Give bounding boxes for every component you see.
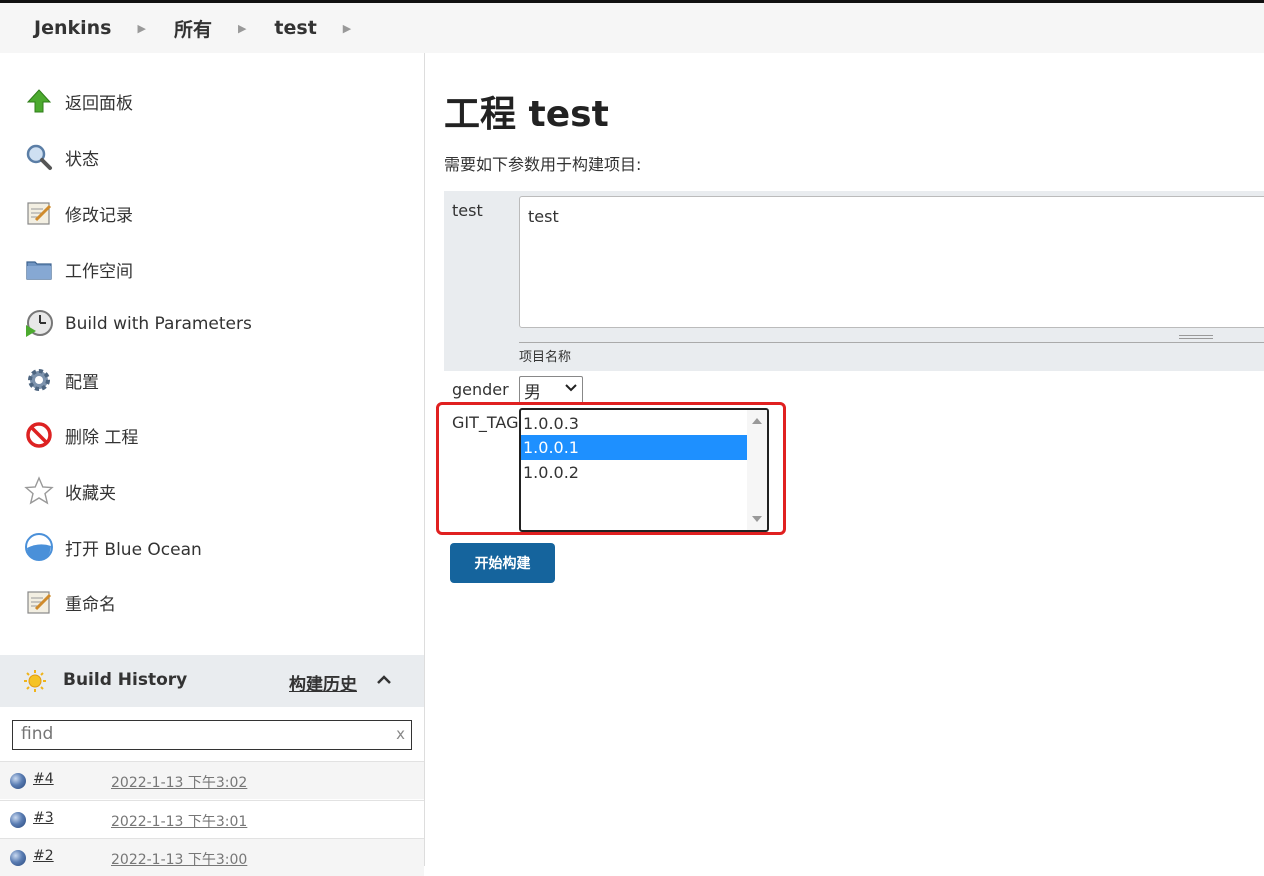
build-search-input[interactable] <box>21 721 381 747</box>
main-panel: 工程 test 需要如下参数用于构建项目: test test 项目名称 gen… <box>426 53 1264 866</box>
build-number-link[interactable]: #2 <box>33 848 54 864</box>
start-build-button[interactable]: 开始构建 <box>450 543 555 583</box>
build-row: #2 2022-1-13 下午3:00 <box>0 838 424 876</box>
no-entry-icon <box>24 420 54 450</box>
breadcrumb-jenkins[interactable]: Jenkins <box>34 17 111 39</box>
gender-select[interactable]: 男 <box>519 376 583 404</box>
git-tag-option[interactable]: 1.0.0.2 <box>521 460 747 485</box>
build-status-ball-icon <box>10 773 26 789</box>
param-test-textarea[interactable]: test <box>519 196 1264 328</box>
task-label: 修改记录 <box>65 205 133 226</box>
task-label: 返回面板 <box>65 93 133 114</box>
chevron-right-icon[interactable]: ▶ <box>343 22 351 35</box>
build-history-title: Build History <box>63 670 188 690</box>
build-history-trend-link[interactable]: 构建历史 <box>289 670 357 695</box>
breadcrumb-all[interactable]: 所有 <box>174 15 212 42</box>
task-label: 状态 <box>65 149 99 170</box>
param-gender-label: gender <box>452 380 509 399</box>
textarea-resize-handle[interactable] <box>519 333 1264 343</box>
params-description: 需要如下参数用于构建项目: <box>444 155 642 174</box>
git-tag-listbox[interactable]: 1.0.0.3 1.0.0.1 1.0.0.2 <box>519 408 769 532</box>
build-date-link[interactable]: 2022-1-13 下午3:01 <box>111 811 247 831</box>
magnifier-icon <box>24 142 54 172</box>
task-rename[interactable]: 重命名 <box>24 586 116 618</box>
folder-icon <box>24 254 54 284</box>
git-tag-option[interactable]: 1.0.0.3 <box>521 411 747 436</box>
param-git-tag-label: GIT_TAG <box>452 413 519 432</box>
gear-icon <box>24 365 54 395</box>
breadcrumb-project[interactable]: test <box>274 17 316 39</box>
clock-build-icon <box>24 309 54 339</box>
star-icon <box>24 476 54 506</box>
notepad-icon <box>24 198 54 228</box>
chevron-right-icon[interactable]: ▶ <box>137 22 145 35</box>
task-label: 打开 Blue Ocean <box>65 539 202 560</box>
gender-select-value: 男 <box>524 382 541 403</box>
resize-grip-icon[interactable] <box>1179 335 1213 339</box>
page-title: 工程 test <box>444 94 609 135</box>
task-configure[interactable]: 配置 <box>24 364 99 396</box>
chevron-up-icon[interactable] <box>375 671 393 689</box>
chevron-down-icon <box>564 380 578 400</box>
task-delete-project[interactable]: 删除 工程 <box>24 419 138 451</box>
task-back-to-dashboard[interactable]: 返回面板 <box>24 85 133 117</box>
task-status[interactable]: 状态 <box>24 141 99 173</box>
task-label: 删除 工程 <box>65 427 139 448</box>
scroll-down-icon[interactable] <box>752 516 762 522</box>
clear-search-button[interactable]: x <box>396 725 405 743</box>
build-row: #3 2022-1-13 下午3:01 <box>0 800 424 838</box>
task-favorite[interactable]: 收藏夹 <box>24 475 116 507</box>
chevron-right-icon[interactable]: ▶ <box>238 22 246 35</box>
task-build-with-parameters[interactable]: Build with Parameters <box>24 308 252 340</box>
git-tag-option-selected[interactable]: 1.0.0.1 <box>521 435 747 460</box>
blue-ocean-icon <box>24 532 54 562</box>
task-changes[interactable]: 修改记录 <box>24 197 133 229</box>
breadcrumb: Jenkins ▶ 所有 ▶ test ▶ <box>0 3 1264 53</box>
build-row: #4 2022-1-13 下午3:02 <box>0 761 424 799</box>
task-label: 工作空间 <box>65 261 133 282</box>
build-number-link[interactable]: #3 <box>33 810 54 826</box>
task-label: Build with Parameters <box>65 314 252 334</box>
param-test-label: test <box>452 201 483 220</box>
task-label: 配置 <box>65 372 99 393</box>
up-arrow-icon <box>24 86 54 116</box>
task-label: 重命名 <box>65 594 116 615</box>
build-date-link[interactable]: 2022-1-13 下午3:00 <box>111 849 247 869</box>
build-status-ball-icon <box>10 812 26 828</box>
param-test-block: test test 项目名称 <box>444 191 1264 371</box>
listbox-scrollbar[interactable] <box>747 410 767 530</box>
sun-icon <box>24 670 46 692</box>
scroll-up-icon[interactable] <box>752 418 762 424</box>
task-label: 收藏夹 <box>65 483 116 504</box>
build-number-link[interactable]: #4 <box>33 771 54 787</box>
task-open-blue-ocean[interactable]: 打开 Blue Ocean <box>24 531 202 563</box>
build-status-ball-icon <box>10 850 26 866</box>
build-search-box: x <box>12 720 412 750</box>
task-workspace[interactable]: 工作空间 <box>24 253 133 285</box>
build-date-link[interactable]: 2022-1-13 下午3:02 <box>111 772 247 792</box>
sidebar: 返回面板 状态 修改记录 工作空间 Build with Parameters … <box>0 53 425 876</box>
param-test-hint: 项目名称 <box>519 350 572 365</box>
build-history-header: Build History 构建历史 <box>0 655 424 707</box>
notepad-icon <box>24 587 54 617</box>
